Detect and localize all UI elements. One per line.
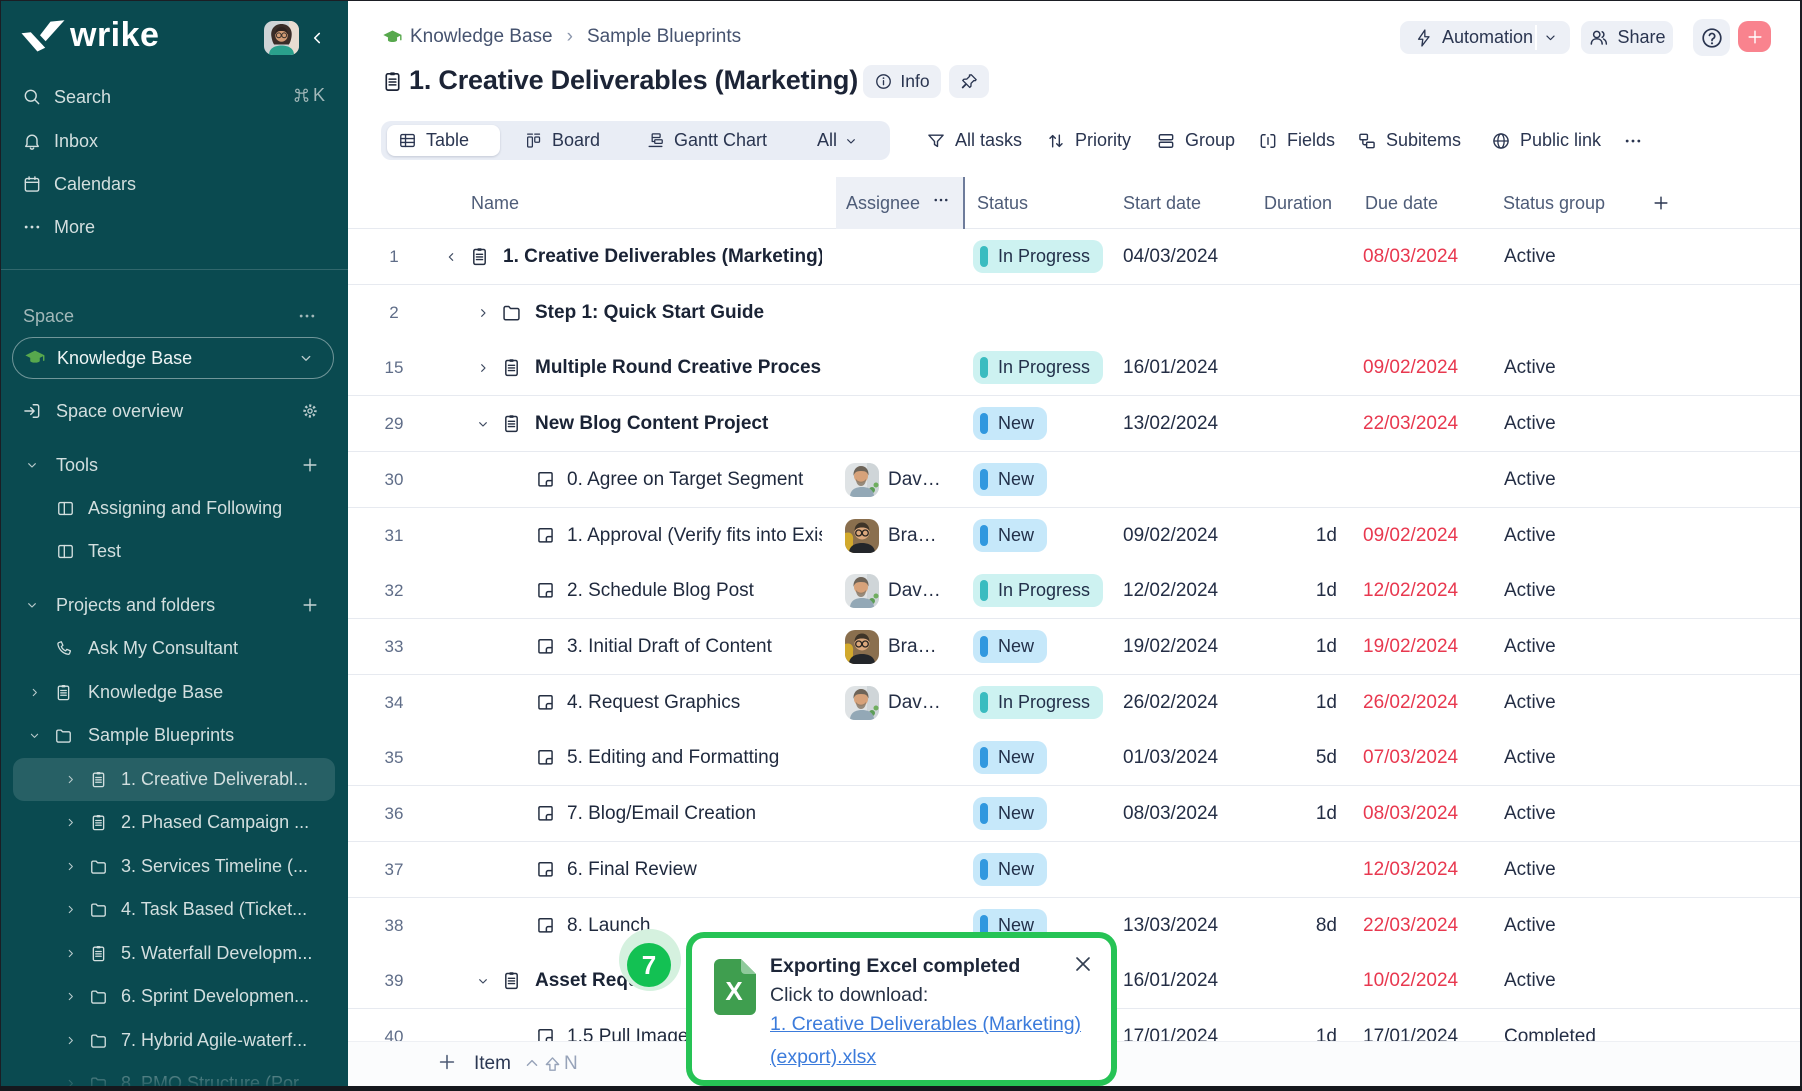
svg-text:X: X xyxy=(725,976,743,1006)
